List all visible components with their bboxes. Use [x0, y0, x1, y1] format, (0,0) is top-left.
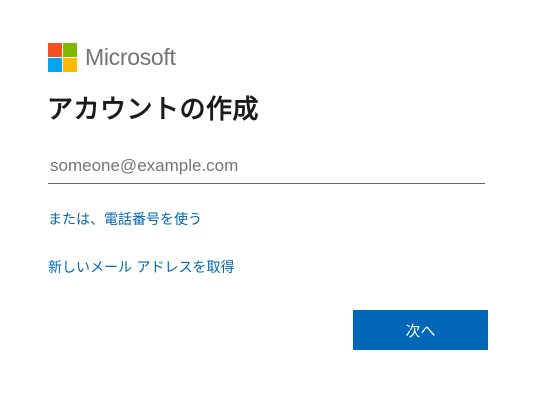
- logo-yellow-square: [63, 57, 77, 72]
- email-field[interactable]: [48, 148, 485, 184]
- use-phone-link[interactable]: または、電話番号を使う: [48, 210, 202, 230]
- microsoft-logo-icon: [48, 42, 77, 72]
- logo-blue-square: [48, 57, 62, 72]
- signup-card: Microsoft アカウントの作成 または、電話番号を使う 新しいメール アド…: [0, 0, 539, 404]
- page-title: アカウントの作成: [47, 95, 260, 125]
- next-button[interactable]: 次へ: [353, 310, 488, 350]
- get-new-email-link[interactable]: 新しいメール アドレスを取得: [48, 258, 234, 278]
- logo-green-square: [63, 42, 77, 57]
- brand-header: Microsoft: [48, 42, 176, 72]
- brand-name: Microsoft: [85, 44, 176, 70]
- logo-red-square: [48, 42, 62, 57]
